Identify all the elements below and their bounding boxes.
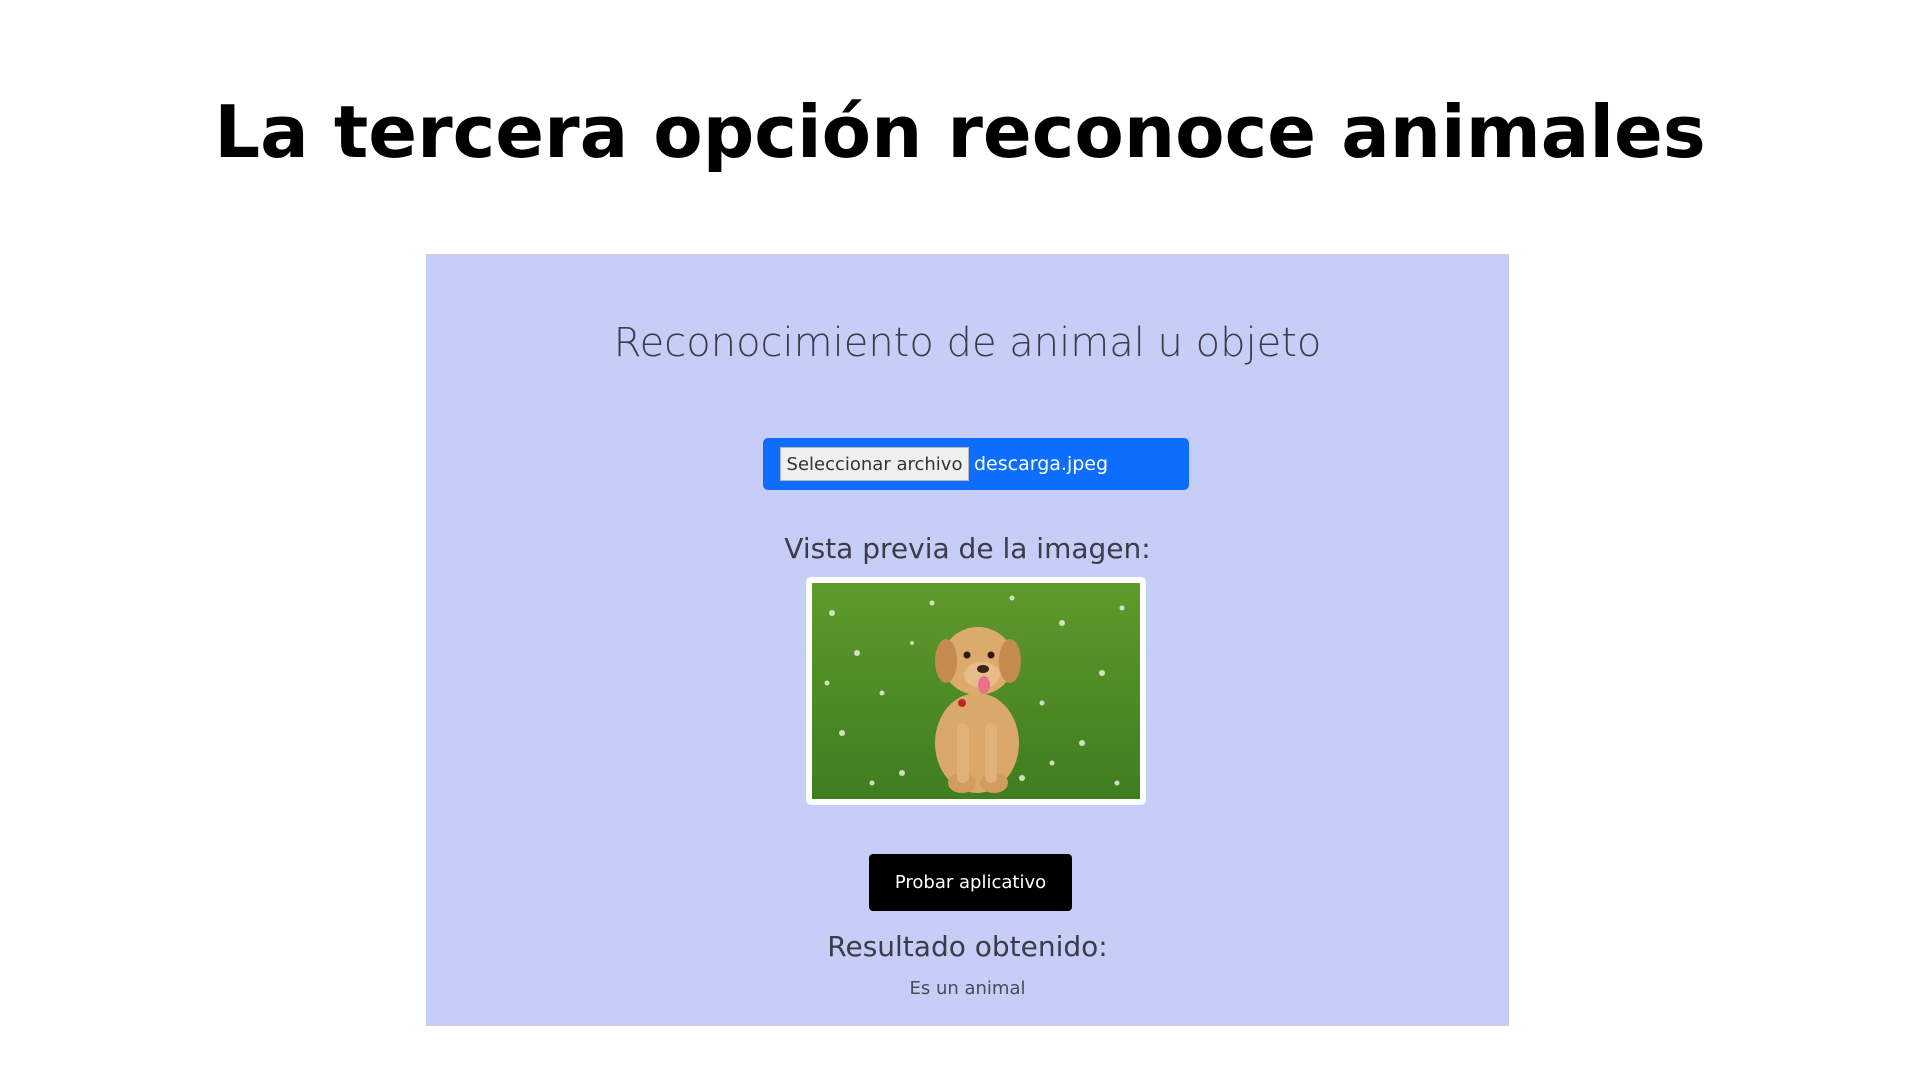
preview-label: Vista previa de la imagen: (784, 532, 1151, 565)
result-value: Es un animal (909, 978, 1026, 999)
file-input[interactable]: Seleccionar archivo descarga.jpeg (763, 438, 1189, 490)
selected-file-name: descarga.jpeg (974, 453, 1109, 475)
test-app-button[interactable]: Probar aplicativo (869, 854, 1072, 911)
slide-title: La tercera opción reconoce animales (214, 90, 1706, 174)
app-panel: Reconocimiento de animal u objeto Selecc… (426, 254, 1509, 1026)
result-label: Resultado obtenido: (827, 930, 1108, 963)
select-file-button[interactable]: Seleccionar archivo (780, 447, 969, 481)
dog-photo-icon (812, 583, 1140, 799)
app-heading: Reconocimiento de animal u objeto (613, 320, 1322, 366)
image-preview (806, 577, 1146, 805)
